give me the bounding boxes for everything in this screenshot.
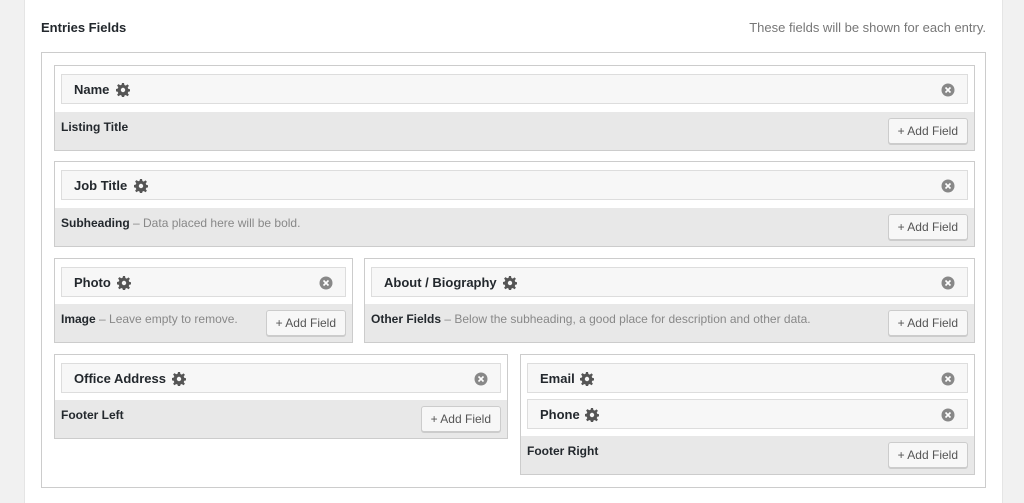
zone-footer: Footer Right + Add Field: [521, 436, 974, 474]
add-field-button[interactable]: + Add Field: [420, 406, 501, 432]
field-phone[interactable]: Phone: [527, 399, 968, 429]
zone-label: Footer Left: [61, 408, 124, 422]
field-label: Phone: [540, 407, 580, 422]
zone-footer-right: Email Phone Footer Right + Add Field: [520, 354, 975, 475]
zone-listing-title: Name Listing Title + Add Field: [54, 65, 975, 151]
gear-icon[interactable]: [503, 276, 517, 290]
field-label: Office Address: [74, 371, 166, 386]
close-circle-icon[interactable]: [941, 83, 955, 97]
add-field-button[interactable]: + Add Field: [887, 214, 968, 240]
gear-icon[interactable]: [172, 372, 186, 386]
close-circle-icon[interactable]: [474, 372, 488, 386]
field-email[interactable]: Email: [527, 363, 968, 393]
zone-label: Listing Title: [61, 120, 129, 134]
field-job-title[interactable]: Job Title: [61, 170, 968, 200]
field-label: Job Title: [74, 178, 128, 193]
close-circle-icon[interactable]: [941, 408, 955, 422]
field-name[interactable]: Name: [61, 74, 968, 104]
gear-icon[interactable]: [585, 408, 599, 422]
gear-icon[interactable]: [134, 179, 148, 193]
zone-subheading: Job Title Subheading – Data placed here …: [54, 161, 975, 247]
field-office-address[interactable]: Office Address: [61, 363, 501, 393]
zone-footer: Subheading – Data placed here will be bo…: [55, 208, 974, 246]
zone-footer: Footer Left + Add Field: [55, 400, 507, 438]
field-label: Photo: [74, 275, 111, 290]
add-field-button[interactable]: + Add Field: [265, 310, 346, 336]
close-circle-icon[interactable]: [319, 276, 333, 290]
zone-label: Other Fields – Below the subheading, a g…: [371, 312, 811, 326]
field-label: Name: [74, 82, 110, 97]
field-about-biography[interactable]: About / Biography: [371, 267, 968, 297]
close-circle-icon[interactable]: [941, 372, 955, 386]
zone-image: Photo Image – Leave empty to remove. + A…: [54, 258, 353, 343]
add-field-button[interactable]: + Add Field: [887, 118, 968, 144]
field-photo[interactable]: Photo: [61, 267, 346, 297]
layout-frame: Name Listing Title + Add Field Job Title…: [41, 52, 986, 488]
gear-icon[interactable]: [580, 372, 594, 386]
zone-footer: Image – Leave empty to remove. + Add Fie…: [55, 304, 352, 342]
zone-label: Footer Right: [527, 444, 599, 458]
zone-footer: Listing Title + Add Field: [55, 112, 974, 150]
zone-label: Image – Leave empty to remove.: [61, 312, 238, 326]
field-label: Email: [540, 371, 575, 386]
add-field-button[interactable]: + Add Field: [887, 442, 968, 468]
panel-hint: These fields will be shown for each entr…: [749, 20, 986, 35]
gear-icon[interactable]: [117, 276, 131, 290]
field-label: About / Biography: [384, 275, 497, 290]
add-field-button[interactable]: + Add Field: [887, 310, 968, 336]
panel-title: Entries Fields: [41, 20, 127, 35]
gear-icon[interactable]: [116, 83, 130, 97]
zone-other-fields: About / Biography Other Fields – Below t…: [364, 258, 975, 343]
zone-footer: Other Fields – Below the subheading, a g…: [365, 304, 974, 342]
entries-fields-panel: Entries Fields These fields will be show…: [24, 0, 1003, 503]
zone-footer-left: Office Address Footer Left + Add Field: [54, 354, 508, 439]
close-circle-icon[interactable]: [941, 179, 955, 193]
close-circle-icon[interactable]: [941, 276, 955, 290]
zone-label: Subheading – Data placed here will be bo…: [61, 216, 301, 230]
